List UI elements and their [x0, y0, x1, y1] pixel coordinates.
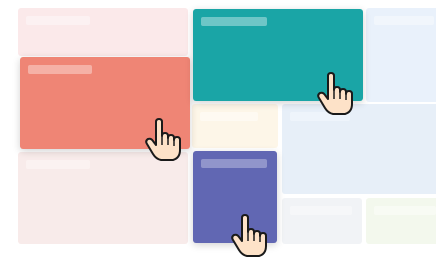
tile-mid-blue[interactable] [282, 104, 436, 194]
tile-label-placeholder [201, 17, 267, 26]
tile-label-placeholder [290, 206, 352, 215]
tile-cream[interactable] [192, 104, 278, 148]
tile-label-placeholder [28, 65, 92, 74]
tile-bottom-left[interactable] [18, 152, 188, 244]
tile-top-left[interactable] [18, 8, 188, 56]
tile-label-placeholder [26, 160, 90, 169]
tile-label-placeholder [201, 159, 267, 168]
tile-board [0, 0, 436, 267]
tile-label-placeholder [26, 16, 90, 25]
tile-label-placeholder [200, 112, 258, 121]
tile-label-placeholder [374, 206, 436, 215]
tile-top-right[interactable] [366, 8, 436, 102]
tile-label-placeholder [374, 16, 434, 25]
tile-gray[interactable] [282, 198, 362, 244]
hand-cursor-icon-salmon [144, 118, 184, 162]
hand-cursor-icon-teal [316, 72, 356, 116]
hand-cursor-icon-purple [230, 214, 270, 258]
tile-green[interactable] [366, 198, 436, 244]
